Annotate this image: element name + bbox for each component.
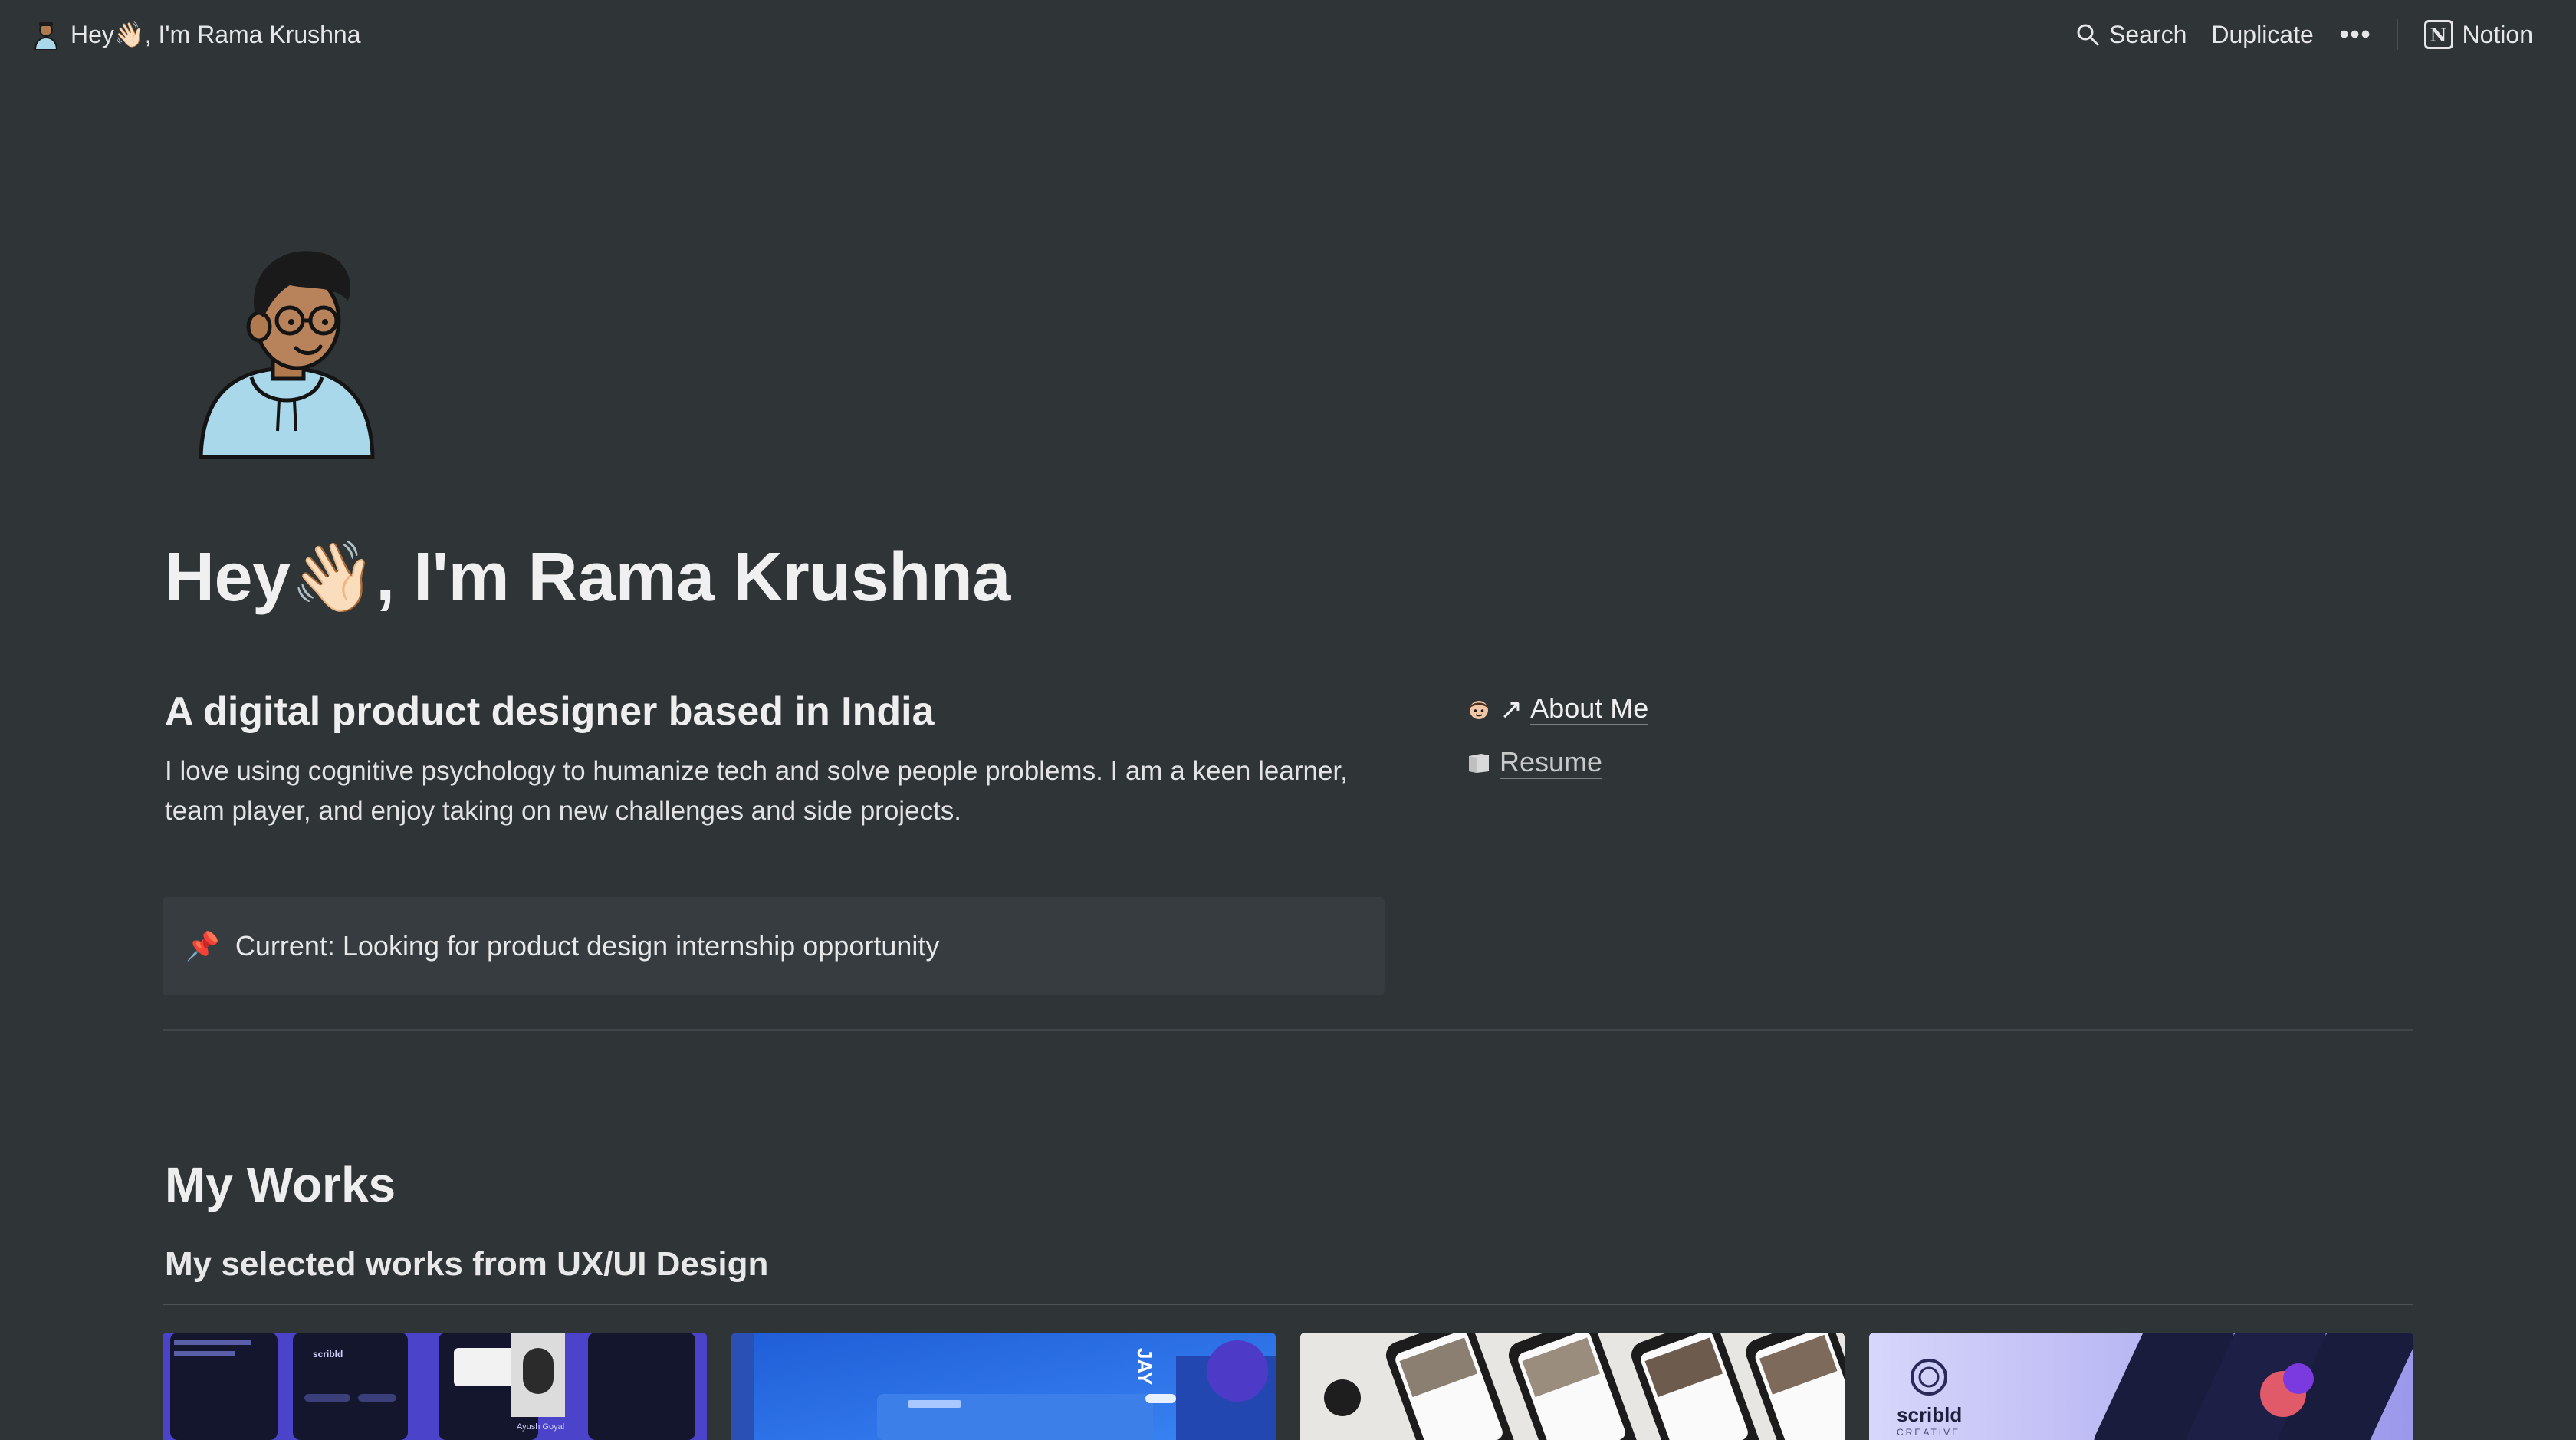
resume-label[interactable]: Resume bbox=[1500, 747, 1603, 779]
card-2-jay-text: JAY bbox=[1133, 1348, 1156, 1385]
work-card-3-cover bbox=[1300, 1333, 1845, 1440]
my-works-subheading: My selected works from UX/UI Design bbox=[165, 1245, 769, 1283]
notion-label: Notion bbox=[2462, 20, 2534, 48]
headline: A digital product designer based in Indi… bbox=[165, 689, 935, 734]
card-1-name-text: Ayush Goyal bbox=[517, 1422, 564, 1432]
search-button[interactable]: Search bbox=[2063, 15, 2199, 55]
about-me-link[interactable]: ↗ About Me bbox=[1466, 682, 1649, 736]
my-works-heading: My Works bbox=[165, 1157, 396, 1212]
avatar-icon bbox=[34, 22, 58, 50]
work-card-4-cover: scribld CREATIVE bbox=[1869, 1333, 2413, 1440]
pin-icon: 📌 bbox=[186, 930, 220, 962]
work-card-1-cover: scribld Ayush Goyal bbox=[163, 1333, 707, 1440]
more-options-button[interactable]: ••• bbox=[2326, 20, 2386, 50]
card-1-scribld-text: scribld bbox=[313, 1349, 343, 1359]
work-card-1[interactable]: scribld Ayush Goyal bbox=[163, 1333, 707, 1440]
status-callout: 📌 Current: Looking for product design in… bbox=[163, 897, 1385, 995]
quick-links: ↗ About Me Resume bbox=[1466, 682, 1649, 790]
search-label: Search bbox=[2108, 20, 2187, 48]
resume-link[interactable]: Resume bbox=[1466, 736, 1648, 790]
more-icon: ••• bbox=[2339, 19, 2372, 49]
about-me-label[interactable]: About Me bbox=[1530, 693, 1649, 725]
work-card-2-cover: JAY bbox=[731, 1333, 1276, 1440]
breadcrumb-page-title: Hey👋🏻, I'm Rama Krushna bbox=[71, 21, 361, 48]
work-card-3[interactable] bbox=[1300, 1333, 1845, 1440]
page-icon bbox=[1469, 754, 1489, 773]
duplicate-label: Duplicate bbox=[2211, 20, 2314, 48]
subheading-divider bbox=[163, 1304, 2413, 1305]
work-card-2[interactable]: JAY bbox=[731, 1333, 1276, 1440]
search-icon bbox=[2077, 24, 2099, 46]
description-paragraph: I love using cognitive psychology to hum… bbox=[165, 756, 1348, 826]
top-bar: Hey👋🏻, I'm Rama Krushna Search Duplicate… bbox=[0, 0, 2576, 69]
card-4-scribld-text: scribld bbox=[1897, 1403, 1962, 1426]
page-title: Hey👋🏻, I'm Rama Krushna bbox=[165, 539, 1010, 616]
card-4-creative-text: CREATIVE bbox=[1897, 1427, 1960, 1438]
section-divider bbox=[163, 1029, 2413, 1031]
topbar-divider bbox=[2396, 19, 2398, 50]
callout-text: Current: Looking for product design inte… bbox=[235, 930, 940, 962]
duplicate-button[interactable]: Duplicate bbox=[2199, 15, 2325, 55]
works-gallery: scribld Ayush Goyal JAY scribld CREATIVE bbox=[163, 1333, 2413, 1440]
work-card-4[interactable]: scribld CREATIVE bbox=[1869, 1333, 2413, 1440]
breadcrumb[interactable]: Hey👋🏻, I'm Rama Krushna bbox=[32, 19, 361, 50]
external-arrow-icon: ↗ bbox=[1500, 693, 1523, 725]
notion-button[interactable]: N Notion bbox=[2412, 14, 2546, 55]
person-emoji-icon bbox=[1470, 701, 1488, 719]
notion-logo-icon: N bbox=[2423, 20, 2453, 49]
page-avatar-icon[interactable] bbox=[198, 247, 376, 459]
